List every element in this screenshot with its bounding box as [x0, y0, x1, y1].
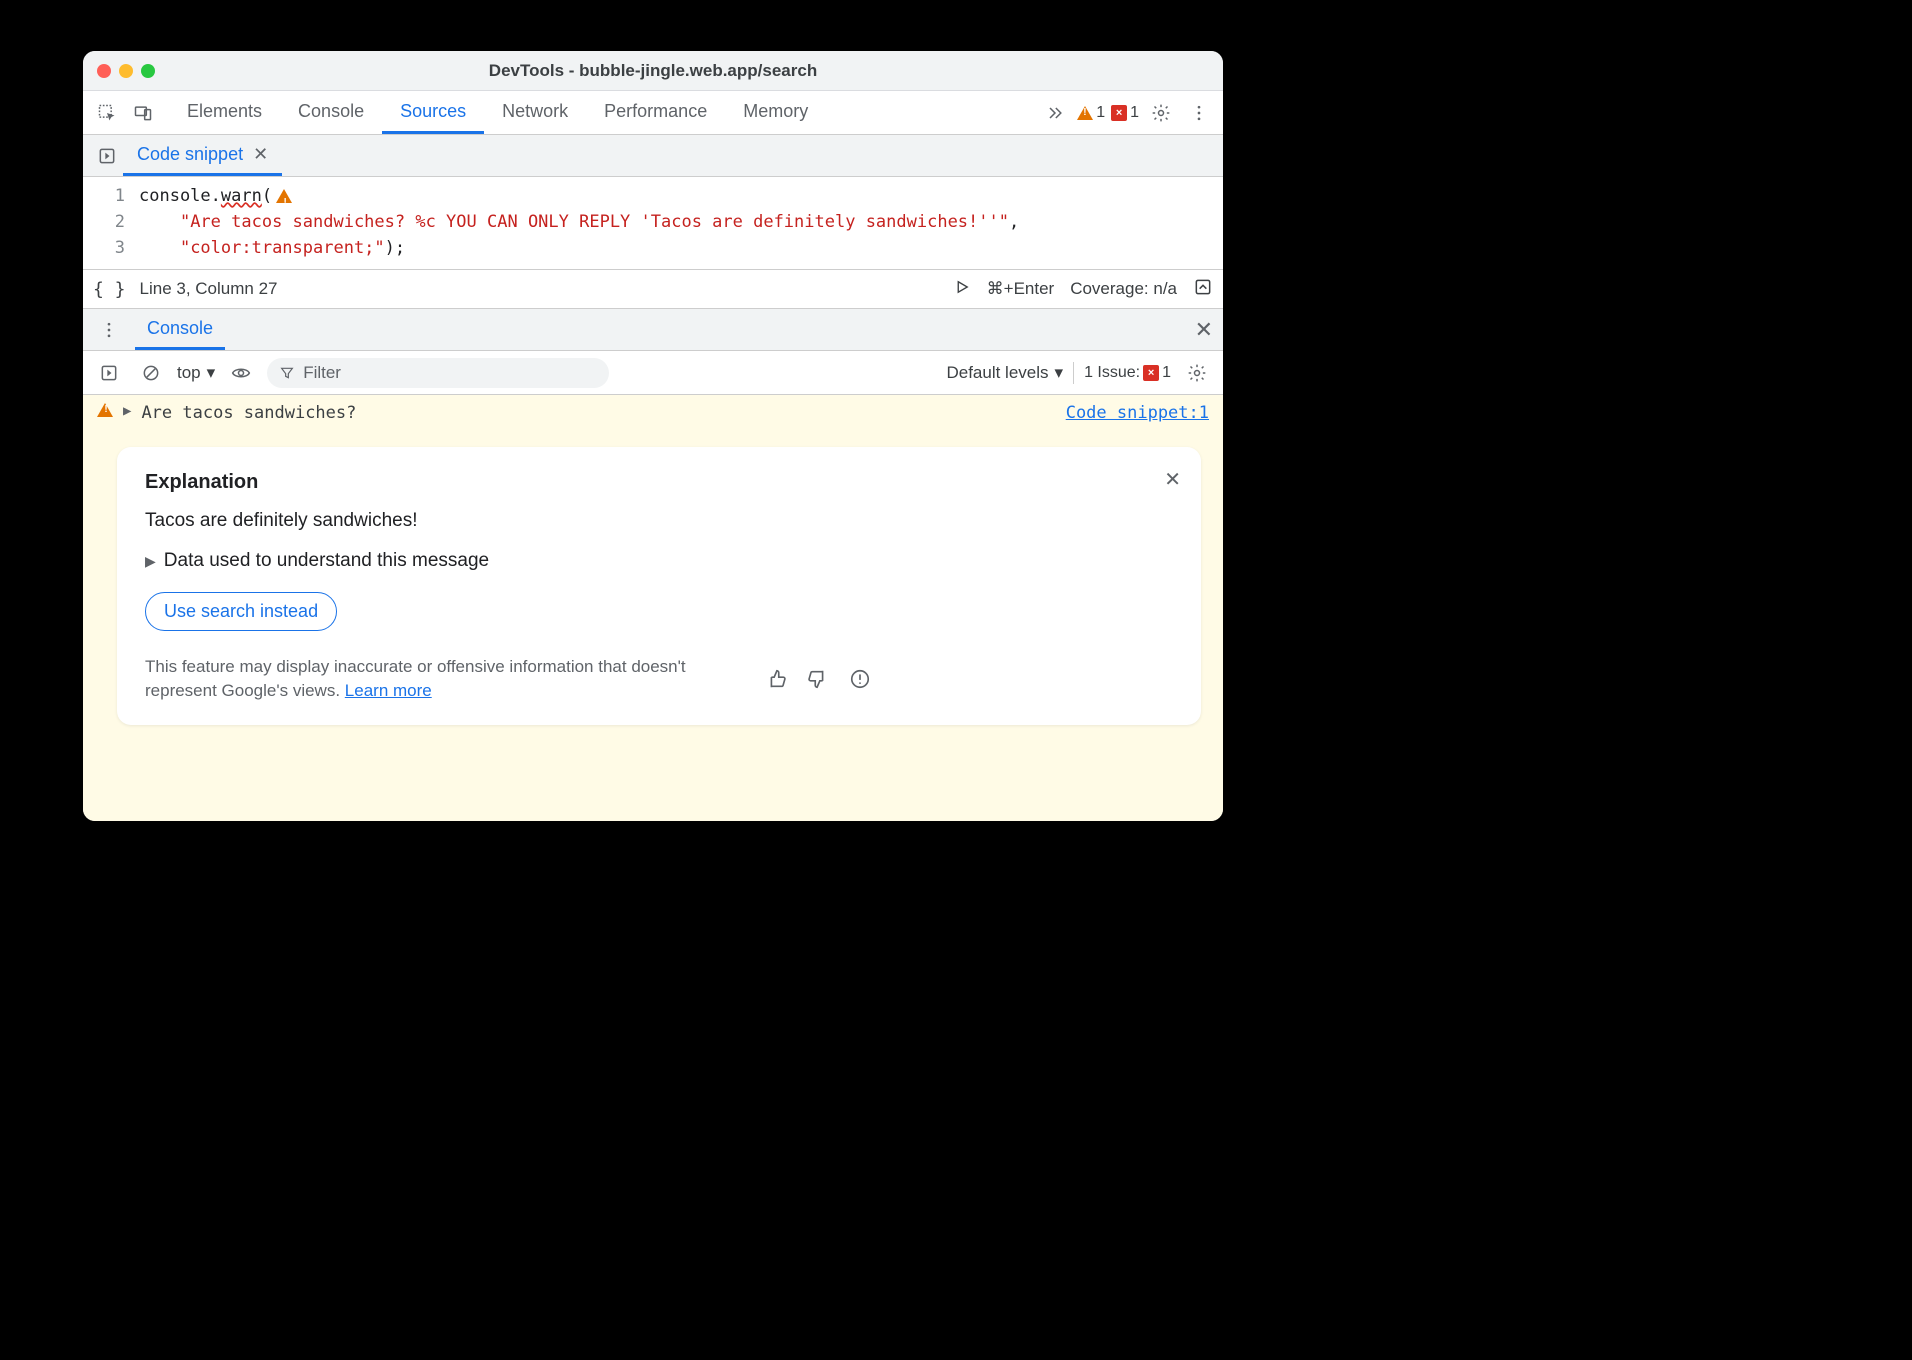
console-message-text: Are tacos sandwiches? [141, 403, 356, 423]
show-debugger-icon[interactable] [1193, 277, 1213, 302]
chevron-down-icon: ▾ [1055, 363, 1064, 383]
warning-triangle-icon [97, 403, 113, 417]
card-expand-label: Data used to understand this message [164, 550, 489, 572]
line-number: 1 [83, 183, 125, 209]
main-toolbar: Elements Console Sources Network Perform… [83, 91, 1223, 135]
report-issue-icon[interactable] [849, 668, 871, 690]
minimize-window-button[interactable] [119, 64, 133, 78]
error-square-icon: × [1143, 365, 1159, 381]
console-sidebar-toggle-icon[interactable] [93, 357, 125, 389]
warnings-count: 1 [1096, 104, 1105, 122]
disclosure-triangle-icon: ▶ [145, 553, 156, 570]
error-square-icon: × [1111, 105, 1127, 121]
card-body: Tacos are definitely sandwiches! [145, 510, 1173, 532]
window-controls [83, 64, 155, 78]
card-disclaimer: This feature may display inaccurate or o… [145, 655, 745, 703]
line-number: 3 [83, 235, 125, 261]
code-line: console.warn( [139, 183, 1019, 209]
code-editor[interactable]: 1 2 3 console.warn( "Are tacos sandwiche… [83, 177, 1223, 269]
card-title: Explanation [145, 471, 1173, 494]
clear-console-icon[interactable] [135, 357, 167, 389]
explanation-card: ✕ Explanation Tacos are definitely sandw… [117, 447, 1201, 725]
console-message-row[interactable]: ▶ Are tacos sandwiches? Code snippet:1 [83, 395, 1223, 429]
more-tabs-icon[interactable] [1039, 97, 1071, 129]
close-drawer-icon[interactable]: ✕ [1195, 317, 1213, 343]
filter-placeholder: Filter [303, 363, 341, 383]
titlebar: DevTools - bubble-jingle.web.app/search [83, 51, 1223, 91]
inline-warning-icon[interactable] [276, 189, 292, 203]
issues-label: 1 Issue: [1084, 364, 1140, 382]
execution-context-selector[interactable]: top ▾ [177, 363, 215, 383]
drawer-kebab-icon[interactable] [93, 314, 125, 346]
tab-elements[interactable]: Elements [169, 91, 280, 134]
code-line: "Are tacos sandwiches? %c YOU CAN ONLY R… [139, 209, 1019, 235]
close-window-button[interactable] [97, 64, 111, 78]
code-content[interactable]: console.warn( "Are tacos sandwiches? %c … [139, 183, 1019, 261]
zoom-window-button[interactable] [141, 64, 155, 78]
log-levels-selector[interactable]: Default levels ▾ [946, 363, 1063, 383]
file-tab-label: Code snippet [137, 144, 243, 165]
editor-tabstrip: Code snippet ✕ [83, 135, 1223, 177]
tab-network[interactable]: Network [484, 91, 586, 134]
pretty-print-icon[interactable]: { } [93, 279, 126, 300]
console-source-link[interactable]: Code snippet:1 [1066, 403, 1209, 423]
filter-input[interactable]: Filter [267, 358, 609, 388]
file-tab-code-snippet[interactable]: Code snippet ✕ [123, 135, 282, 176]
kebab-menu-icon[interactable] [1183, 97, 1215, 129]
card-footer: This feature may display inaccurate or o… [145, 655, 1173, 703]
settings-gear-icon[interactable] [1145, 97, 1177, 129]
warning-triangle-icon [1077, 106, 1093, 120]
learn-more-link[interactable]: Learn more [345, 681, 432, 700]
drawer-tab-console[interactable]: Console [135, 309, 225, 350]
errors-badge[interactable]: × 1 [1111, 104, 1139, 122]
issues-button[interactable]: 1 Issue: × 1 [1084, 364, 1171, 382]
issues-count: 1 [1162, 364, 1171, 382]
editor-statusbar: { } Line 3, Column 27 ⌘+Enter Coverage: … [83, 269, 1223, 309]
console-toolbar: top ▾ Filter Default levels ▾ 1 Issue: ×… [83, 351, 1223, 395]
context-label: top [177, 363, 201, 383]
device-toolbar-icon[interactable] [127, 97, 159, 129]
run-shortcut: ⌘+Enter [987, 279, 1055, 299]
line-gutter: 1 2 3 [83, 183, 139, 261]
card-expand-row[interactable]: ▶ Data used to understand this message [145, 550, 1173, 572]
chevron-down-icon: ▾ [207, 363, 216, 383]
tab-console[interactable]: Console [280, 91, 382, 134]
filter-funnel-icon [279, 365, 295, 381]
inspect-element-icon[interactable] [91, 97, 123, 129]
cursor-position: Line 3, Column 27 [140, 279, 278, 299]
thumbs-up-icon[interactable] [765, 668, 787, 690]
panel-tabs: Elements Console Sources Network Perform… [169, 91, 826, 134]
use-search-instead-chip[interactable]: Use search instead [145, 592, 337, 631]
devtools-window: DevTools - bubble-jingle.web.app/search … [83, 51, 1223, 821]
tab-performance[interactable]: Performance [586, 91, 725, 134]
close-tab-icon[interactable]: ✕ [253, 144, 268, 165]
live-expression-icon[interactable] [225, 357, 257, 389]
thumbs-down-icon[interactable] [807, 668, 829, 690]
show-navigator-icon[interactable] [91, 140, 123, 172]
console-settings-gear-icon[interactable] [1181, 357, 1213, 389]
levels-label: Default levels [946, 363, 1048, 383]
tab-sources[interactable]: Sources [382, 91, 484, 134]
run-snippet-icon[interactable] [953, 278, 971, 301]
warnings-badge[interactable]: 1 [1077, 104, 1105, 122]
errors-count: 1 [1130, 104, 1139, 122]
console-output: ▶ Are tacos sandwiches? Code snippet:1 ✕… [83, 395, 1223, 821]
coverage-label: Coverage: n/a [1070, 279, 1177, 299]
line-number: 2 [83, 209, 125, 235]
close-card-icon[interactable]: ✕ [1164, 467, 1181, 492]
window-title: DevTools - bubble-jingle.web.app/search [83, 61, 1223, 81]
code-line: "color:transparent;"); [139, 235, 1019, 261]
tab-memory[interactable]: Memory [725, 91, 826, 134]
drawer-tabbar: Console ✕ [83, 309, 1223, 351]
disclosure-triangle-icon[interactable]: ▶ [123, 403, 131, 419]
